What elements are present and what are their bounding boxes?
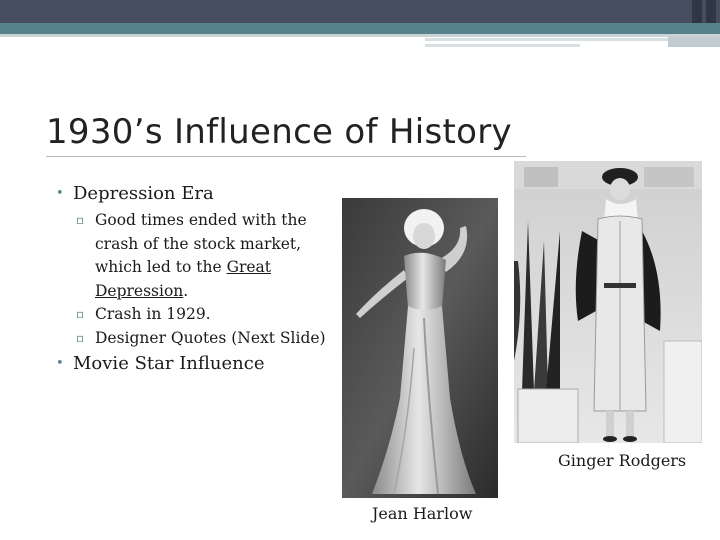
bullet-list: Depression Era ▫ Good times ended with t…	[56, 183, 346, 375]
bullet-text: Movie Star Influence	[73, 353, 265, 374]
sub-bullet-marker: ▫	[76, 307, 85, 321]
bullet-depression-era: Depression Era	[56, 183, 346, 205]
ginger-rodgers-photo	[514, 161, 702, 443]
sub-bullet-text: Crash in 1929.	[95, 305, 211, 323]
sub-bullet-text: Good times ended with the crash of the s…	[95, 211, 307, 276]
slide-title: 1930’s Influence of History	[46, 112, 512, 152]
header-bar-segment	[706, 0, 716, 23]
jean-harlow-photo	[342, 198, 498, 498]
title-rule	[46, 156, 526, 157]
sub-bullet-list: ▫ Good times ended with the crash of the…	[56, 209, 346, 350]
header-line	[0, 34, 720, 37]
header-line	[425, 44, 580, 47]
bullet-movie-star-influence: Movie Star Influence	[56, 353, 346, 375]
sub-bullet: ▫ Crash in 1929.	[56, 303, 346, 327]
header-accent-bar	[0, 23, 720, 34]
sub-bullet-text: Designer Quotes (Next Slide)	[95, 328, 326, 347]
header-bar-segment	[692, 0, 702, 23]
sub-bullet-marker: ▫	[76, 330, 85, 345]
sub-bullet-marker: ▫	[76, 213, 85, 227]
header-bar	[0, 0, 720, 23]
jean-harlow-caption: Jean Harlow	[372, 504, 473, 523]
sub-bullet: ▫ Good times ended with the crash of the…	[56, 209, 346, 303]
sub-bullet: ▫ Designer Quotes (Next Slide)	[56, 327, 346, 351]
sub-bullet-text: .	[183, 281, 189, 300]
ginger-rodgers-caption: Ginger Rodgers	[558, 451, 687, 470]
bullet-text: Depression Era	[73, 183, 214, 204]
header-line	[668, 37, 720, 47]
